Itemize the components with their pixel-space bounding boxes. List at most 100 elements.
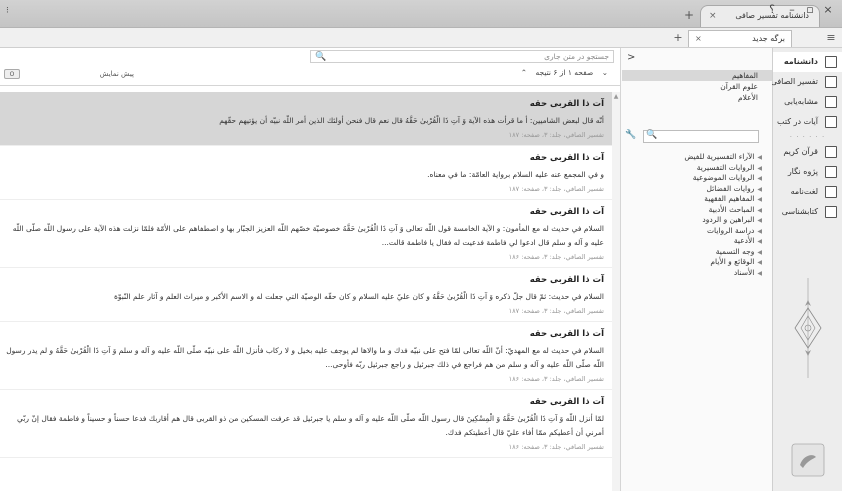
maximize-icon[interactable]: ▫ [804, 3, 816, 17]
tree-node[interactable]: ◀روایات الفضائل [622, 184, 772, 195]
sidebar-item-tafsir[interactable]: تفسیر الصافی [770, 72, 842, 92]
expand-icon: ◀ [757, 164, 762, 172]
new-tab-button[interactable]: + [682, 8, 696, 22]
tree-node[interactable]: ◀المباحث الأدبیة [622, 205, 772, 216]
tree-node[interactable]: ◀الروایات الموضوعیة [622, 173, 772, 184]
tree-node[interactable]: ◀وجه التسمیة [622, 247, 772, 258]
result-body: السلام في حديث له مع المهديّ: أنّ اللّه … [6, 346, 604, 369]
tab-bar: + برگه جدید × ≡ [0, 28, 842, 48]
result-body: لمّا أنزل اللّه وَ آتِ ذَا الْقُرْبىٰ حَ… [17, 414, 604, 437]
next-result-icon[interactable]: ⌄ [602, 68, 608, 77]
window-menu-icon[interactable]: ⁝ [6, 6, 9, 16]
similar-icon [825, 96, 837, 108]
expand-icon: ◀ [757, 269, 762, 277]
expand-icon: ◀ [757, 154, 762, 161]
sidebar-item-label: تفسیر الصافی [770, 77, 818, 86]
minimize-icon[interactable]: – [786, 3, 798, 17]
sidebar-item-quran[interactable]: قرآن کریم [773, 142, 842, 162]
main-sidebar: دانشنامه تفسیر الصافی مشابه‌یابی آیات در… [770, 48, 842, 491]
scroll-up-icon[interactable]: ▲ [612, 93, 620, 100]
results-list: آت ذا القربى حقه أنّه قال لبعض الشاميين:… [0, 92, 612, 491]
topic-item[interactable]: المفاهیم [622, 70, 772, 81]
sidebar-item-notes[interactable]: پژوه نگار [773, 162, 842, 182]
prev-result-icon[interactable]: ⌃ [521, 68, 527, 77]
tree-node[interactable]: ◀الأسناد [622, 268, 772, 279]
sidebar-item-bibliography[interactable]: کتابشناسی [773, 202, 842, 222]
sidebar-item-dictionary[interactable]: لغت‌نامه [773, 182, 842, 202]
info-icon [825, 206, 837, 218]
result-body: السلام في حديث له مع المأمون: و الآية ال… [12, 224, 604, 247]
expand-icon: ◀ [757, 196, 762, 203]
sidebar-item-encyclopedia[interactable]: دانشنامه [773, 52, 842, 72]
collapse-panel-icon[interactable]: < [627, 52, 635, 63]
wrench-icon[interactable]: 🔧 [625, 130, 636, 140]
expand-icon: ◀ [757, 175, 762, 182]
new-inner-tab-button[interactable]: + [672, 32, 684, 44]
tree-node[interactable]: ◀الروایات التفسیریة [622, 163, 772, 174]
result-reference[interactable]: تفسير الصافي، جلد: ۳، صفحه: ۱۸۶ [4, 253, 604, 261]
result-item[interactable]: آت ذا القربى حقه أنّه قال لبعض الشاميين:… [0, 92, 612, 146]
sidebar-item-label: مشابه‌یابی [784, 97, 818, 106]
hamburger-menu-icon[interactable]: ≡ [824, 31, 838, 45]
tree-list: ◀الآراء التفسیریة للفیض ◀الروایات التفسی… [622, 152, 772, 278]
result-reference[interactable]: تفسير الصافي، جلد: ۳، صفحه: ۱۸۶ [4, 375, 604, 383]
divider [0, 85, 620, 86]
result-title: آت ذا القربى حقه [529, 397, 604, 407]
result-reference[interactable]: تفسير الصافي، جلد: ۳، صفحه: ۱۸۷ [4, 131, 604, 139]
topic-list: المفاهیم علوم القرآن الأعلام [622, 70, 772, 103]
preview-toggle[interactable]: O [4, 69, 20, 79]
result-item[interactable]: آت ذا القربى حقه السلام في حديث: ثمّ قال… [0, 268, 612, 322]
sidebar-item-verses[interactable]: آیات در کتب [773, 112, 842, 132]
sidebar-divider: · · · · · · [789, 133, 826, 141]
tree-node[interactable]: ◀الآراء التفسیریة للفیض [622, 152, 772, 163]
topic-item[interactable]: علوم القرآن [622, 81, 772, 92]
sidebar-item-similar[interactable]: مشابه‌یابی [773, 92, 842, 112]
result-item[interactable]: آت ذا القربى حقه و في المجمع عنه عليه ال… [0, 146, 612, 200]
close-icon[interactable]: × [822, 3, 834, 17]
results-count: صفحه ۱ از ۶ نتیجه [535, 68, 594, 77]
tree-node[interactable]: ◀البراهین و الردود [622, 215, 772, 226]
inner-tab[interactable]: برگه جدید × [688, 30, 792, 47]
browser-tab[interactable]: دانشنامه تفسیر صافی × [700, 5, 820, 27]
result-item[interactable]: آت ذا القربى حقه السلام في حديث له مع ال… [0, 200, 612, 268]
result-body: و في المجمع عنه عليه السلام برواية العام… [427, 170, 604, 179]
window-titlebar: ⁝ دانشنامه تفسیر صافی × + ؟ – ▫ × [0, 0, 842, 28]
result-title: آت ذا القربى حقه [529, 329, 604, 339]
result-item[interactable]: آت ذا القربى حقه السلام في حديث له مع ال… [0, 322, 612, 390]
tree-node[interactable]: ◀الوقائع و الأیام [622, 257, 772, 268]
sidebar-item-label: پژوه نگار [787, 167, 818, 176]
result-item[interactable]: آت ذا القربى حقه لمّا أنزل اللّه وَ آتِ … [0, 390, 612, 458]
result-body: السلام في حديث: ثمّ قال جلّ ذكره وَ آتِ … [113, 292, 604, 301]
expand-icon: ◀ [757, 217, 762, 224]
app-logo-icon [791, 443, 825, 477]
sidebar-item-label: قرآن کریم [783, 147, 818, 156]
quran-icon [825, 146, 837, 158]
search-placeholder: جستجو در متن جاری [544, 52, 609, 61]
search-icon: 🔍 [646, 130, 658, 140]
close-tab-icon[interactable]: × [709, 6, 717, 26]
verses-icon [825, 116, 837, 128]
topic-item[interactable]: الأعلام [622, 92, 772, 103]
result-reference[interactable]: تفسير الصافي، جلد: ۳، صفحه: ۱۸۷ [4, 307, 604, 315]
sidebar-item-label: کتابشناسی [781, 207, 818, 216]
content-search-input[interactable]: جستجو در متن جاری 🔍 [310, 50, 614, 63]
tree-node[interactable]: ◀المفاهیم الفقهیة [622, 194, 772, 205]
result-navigation: ⌄ صفحه ۱ از ۶ نتیجه ⌃ [515, 68, 608, 77]
tree-search-input[interactable]: 🔍 [643, 130, 759, 143]
topics-panel: < المفاهیم علوم القرآن الأعلام 🔍 🔧 ◀الآر… [620, 48, 772, 491]
inner-tab-title: برگه جدید [752, 34, 785, 43]
close-inner-tab-icon[interactable]: × [695, 31, 702, 47]
expand-icon: ◀ [757, 238, 762, 245]
expand-icon: ◀ [757, 185, 762, 193]
results-scrollbar[interactable] [612, 92, 620, 491]
tree-node[interactable]: ◀الأدعیة [622, 236, 772, 247]
encyclopedia-icon [825, 56, 837, 68]
dictionary-icon [825, 186, 837, 198]
result-title: آت ذا القربى حقه [529, 99, 604, 109]
tree-node[interactable]: ◀دراسة الروایات [622, 226, 772, 237]
result-reference[interactable]: تفسير الصافي، جلد: ۳، صفحه: ۱۸۷ [4, 185, 604, 193]
results-toolbar: ⌄ صفحه ۱ از ۶ نتیجه ⌃ پیش نمایش O [0, 66, 620, 82]
result-title: آت ذا القربى حقه [529, 207, 604, 217]
result-reference[interactable]: تفسير الصافي، جلد: ۳، صفحه: ۱۸۶ [4, 443, 604, 451]
help-icon[interactable]: ؟ [766, 3, 778, 17]
